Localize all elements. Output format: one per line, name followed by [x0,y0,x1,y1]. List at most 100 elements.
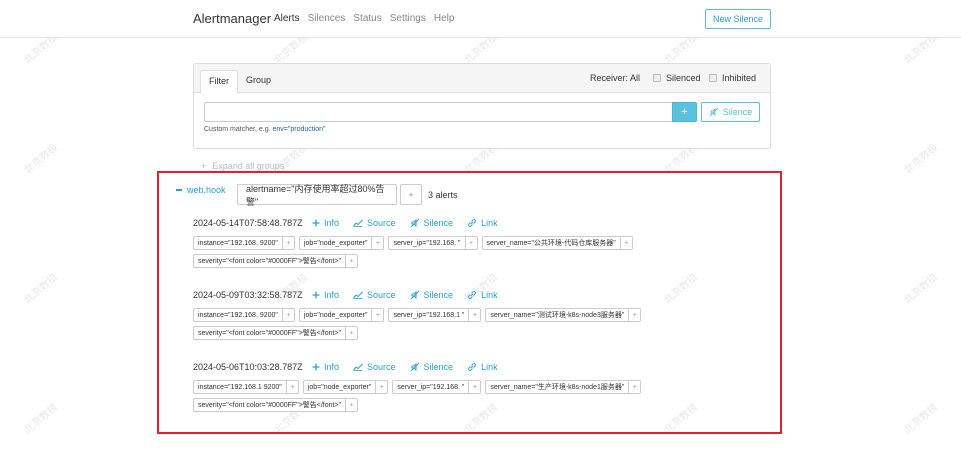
nav-status[interactable]: Status [353,13,381,24]
nav-settings[interactable]: Settings [390,13,426,24]
label-add-button[interactable]: + [282,236,295,250]
plus-icon [312,291,320,299]
label-add-button[interactable]: + [629,308,642,322]
group-label-add-button[interactable]: + [400,184,422,205]
alert-silence-button[interactable]: Silence [410,218,453,228]
expand-all-groups[interactable]: + Expand all groups [201,161,284,171]
silence-icon [410,218,420,228]
inhibited-label: Inhibited [722,73,757,83]
checkbox-box[interactable] [653,74,661,82]
alert-label: server_name="测试环境-k8s-node3服务器" + [485,308,642,322]
plus-icon [312,363,320,371]
label-text[interactable]: severity="<font color="#0000FF">警告</font… [193,254,347,268]
hint-example: env="production" [272,126,326,133]
alert-actions: Info Source Silence Link [312,218,498,228]
nav-alerts[interactable]: Alerts [274,13,300,24]
alert-silence-button[interactable]: Silence [410,290,453,300]
label-text[interactable]: job="node_exporter" [298,236,373,250]
alert-link-button[interactable]: Link [467,290,498,300]
action-label: Source [367,290,396,300]
label-add-button[interactable]: + [286,380,299,394]
alert-label: job="node_exporter" + [298,236,385,250]
label-add-button[interactable]: + [469,308,482,322]
alert-info-button[interactable]: Info [312,218,339,228]
label-text[interactable]: job="node_exporter" [302,380,377,394]
silence-filter-button[interactable]: Silence [701,102,760,122]
alert-source-button[interactable]: Source [353,218,396,228]
label-add-button[interactable]: + [469,380,482,394]
alert-label: job="node_exporter" + [302,380,389,394]
watermark: 北京数极 [22,401,61,437]
label-text[interactable]: severity="<font color="#0000FF">警告</font… [193,326,347,340]
watermark: 北京数极 [902,141,941,177]
label-add-button[interactable]: + [372,236,385,250]
matcher-input[interactable] [204,102,673,122]
label-text[interactable]: server_ip="192.168. " [388,236,466,250]
alert-source-button[interactable]: Source [353,362,396,372]
label-text[interactable]: job="node_exporter" [298,308,373,322]
label-text[interactable]: instance="192.168.1 9200" [193,380,287,394]
navbar: Alertmanager Alerts Silences Status Sett… [0,0,961,38]
filter-panel-header: Filter Group Receiver: All Silenced Inhi… [194,64,770,94]
nav-silences[interactable]: Silences [308,13,346,24]
label-add-button[interactable]: + [376,380,389,394]
alert-label: server_name="生产环境-k8s-node1服务器" + [485,380,642,394]
action-label: Info [324,290,340,300]
label-text[interactable]: server_name="测试环境-k8s-node3服务器" [485,308,630,322]
alert-source-button[interactable]: Source [353,290,396,300]
tab-group[interactable]: Group [238,70,279,94]
receiver-selector[interactable]: Receiver: All [590,73,640,83]
expand-all-label: Expand all groups [212,161,285,171]
label-text[interactable]: server_name="生产环境-k8s-node1服务器" [485,380,630,394]
tab-filter[interactable]: Filter [200,70,238,94]
brand-logo[interactable]: Alertmanager [193,11,271,26]
add-matcher-button[interactable]: + [672,102,697,122]
new-silence-button[interactable]: New Silence [705,9,771,29]
silence-icon [709,107,719,117]
label-add-button[interactable]: + [620,236,633,250]
label-text[interactable]: severity="<font color="#0000FF">警告</font… [193,398,347,412]
alert-link-button[interactable]: Link [467,218,498,228]
label-add-button[interactable]: + [282,308,295,322]
silence-icon [410,290,420,300]
label-row: severity="<font color="#0000FF">警告</font… [193,254,359,268]
checkbox-box[interactable] [709,74,717,82]
action-label: Info [324,362,340,372]
label-add-button[interactable]: + [629,380,642,394]
label-text[interactable]: server_name="公共环境-代码仓库服务器" [481,236,621,250]
alert-link-button[interactable]: Link [467,362,498,372]
silence-icon [410,362,420,372]
alert-label: instance="192.168. 9200" + [193,236,295,250]
group-collapse-toggle[interactable]: web.hook [176,185,226,195]
link-icon [467,218,477,228]
alert-silence-button[interactable]: Silence [410,362,454,372]
alert-count: 3 alerts [428,190,458,200]
inhibited-checkbox[interactable]: Inhibited [709,73,756,83]
label-add-button[interactable]: + [346,254,359,268]
chart-icon [353,291,363,299]
group-label[interactable]: alertname="内存使用率超过80%告警" [237,184,397,207]
alert-info-button[interactable]: Info [312,290,339,300]
alert-label: severity="<font color="#0000FF">警告</font… [193,398,359,412]
alert-info-button[interactable]: Info [312,362,339,372]
label-add-button[interactable]: + [465,236,478,250]
silenced-checkbox[interactable]: Silenced [653,73,701,83]
label-add-button[interactable]: + [346,398,359,412]
label-text[interactable]: server_ip="192.168. " [392,380,470,394]
hint-prefix: Custom matcher, e.g. [204,126,271,133]
silenced-label: Silenced [666,73,701,83]
plus-icon [312,219,320,227]
watermark: 北京数极 [22,271,61,307]
silence-filter-label: Silence [722,107,753,117]
label-row: severity="<font color="#0000FF">警告</font… [193,326,359,340]
label-add-button[interactable]: + [346,326,359,340]
minus-icon [176,189,182,191]
action-label: Silence [423,362,454,372]
label-text[interactable]: instance="192.168. 9200" [193,308,283,322]
action-label: Source [367,362,396,372]
alert-label: severity="<font color="#0000FF">警告</font… [193,254,359,268]
label-add-button[interactable]: + [372,308,385,322]
nav-help[interactable]: Help [434,13,455,24]
label-text[interactable]: instance="192.168. 9200" [193,236,283,250]
label-text[interactable]: server_ip="192.168.1 " [388,308,470,322]
